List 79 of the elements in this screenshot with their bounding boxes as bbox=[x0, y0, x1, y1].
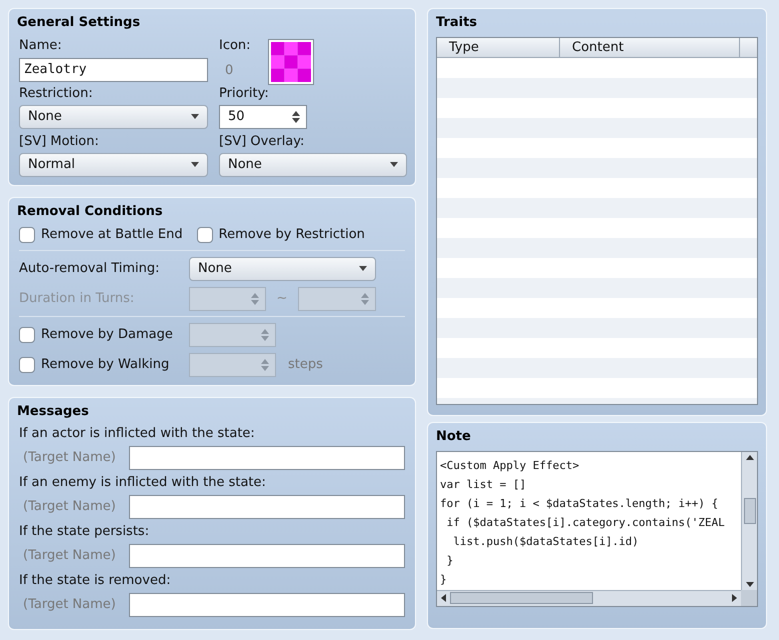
checkbox[interactable] bbox=[19, 226, 35, 243]
table-row[interactable] bbox=[437, 278, 757, 298]
table-row[interactable] bbox=[437, 158, 757, 178]
panel-title: General Settings bbox=[17, 14, 142, 32]
scrollbar-corner bbox=[741, 590, 757, 606]
checkbox[interactable] bbox=[196, 226, 213, 243]
target-name-prefix: (Target Name) bbox=[22, 449, 117, 468]
field-label: Priority: bbox=[219, 84, 270, 102]
table-row[interactable] bbox=[437, 318, 757, 338]
spin-field[interactable] bbox=[298, 286, 376, 310]
horizontal-scrollbar[interactable] bbox=[437, 590, 741, 606]
scrollbar-thumb[interactable] bbox=[744, 498, 756, 524]
spin-arrows-icon bbox=[251, 292, 259, 306]
checkbox-label: Remove by Walking bbox=[41, 356, 170, 374]
panel-title: Note bbox=[436, 428, 472, 446]
target-name-prefix: (Target Name) bbox=[22, 498, 117, 516]
spin-arrows-icon bbox=[261, 328, 269, 342]
target-name-prefix: (Target Name) bbox=[22, 596, 117, 614]
checkbox-label: Remove at Battle End bbox=[41, 226, 183, 244]
checkbox-label: Remove by Damage bbox=[41, 326, 173, 344]
field-label: [SV] Motion: bbox=[19, 132, 100, 150]
panel-title: Removal Conditions bbox=[17, 202, 164, 220]
table-row[interactable] bbox=[437, 118, 757, 138]
dropdown[interactable]: Normal bbox=[19, 152, 208, 176]
vertical-scrollbar[interactable] bbox=[741, 452, 757, 590]
name-field[interactable]: Zealotry bbox=[19, 58, 208, 82]
field-label: Restriction: bbox=[19, 84, 94, 102]
caret-icon bbox=[191, 162, 199, 167]
state-icon[interactable] bbox=[268, 40, 313, 84]
scroll-up-icon bbox=[746, 454, 754, 460]
field-label: If the state is removed: bbox=[19, 572, 172, 590]
scrollbar-thumb[interactable] bbox=[450, 592, 593, 604]
field-label: If an actor is inflicted with the state: bbox=[19, 425, 256, 443]
code-line: if ($dataStates[i].category.contains('ZEAL bbox=[446, 514, 726, 530]
code-line: list.push($dataStates[i].id) bbox=[452, 534, 640, 550]
field-label: If the state persists: bbox=[19, 523, 150, 541]
code-line: for (i = 1; i < $dataStates.length; i++) { bbox=[440, 496, 720, 512]
dropdown[interactable]: None bbox=[219, 152, 407, 176]
code-line: } bbox=[440, 572, 448, 588]
message-field[interactable] bbox=[129, 446, 405, 470]
spin-arrows-icon bbox=[361, 292, 369, 306]
target-name-prefix: (Target Name) bbox=[22, 547, 117, 566]
spin-arrows-icon bbox=[292, 110, 300, 124]
dropdown[interactable]: None bbox=[19, 104, 208, 128]
field-label: Name: bbox=[19, 36, 63, 54]
scroll-down-icon bbox=[746, 582, 754, 586]
field-label: Auto-removal Timing: bbox=[19, 260, 160, 278]
table-row[interactable] bbox=[437, 198, 757, 218]
scroll-right-icon bbox=[732, 594, 737, 602]
panel-title: Traits bbox=[436, 14, 478, 32]
field-label: [SV] Overlay: bbox=[219, 132, 306, 150]
message-field[interactable] bbox=[129, 495, 405, 519]
scroll-left-icon bbox=[441, 594, 446, 602]
table-row[interactable] bbox=[437, 238, 757, 258]
spin-arrows-icon bbox=[261, 358, 269, 372]
table-row[interactable] bbox=[437, 358, 757, 378]
unit-label: steps bbox=[288, 356, 323, 374]
column-header[interactable]: Content bbox=[560, 38, 740, 56]
field-label: If an enemy is inflicted with the state: bbox=[19, 474, 267, 492]
icon-index: 0 bbox=[225, 62, 234, 80]
message-field[interactable] bbox=[129, 544, 405, 568]
caret-icon bbox=[390, 162, 398, 167]
message-field[interactable] bbox=[129, 593, 405, 617]
table-row[interactable] bbox=[437, 78, 757, 98]
code-line: var list = [] bbox=[440, 476, 528, 492]
note-editor[interactable]: <Custom Apply Effect> var list = [] for (i = 1; i < $dataStates.length; i++) { if ($dataStates[i].category.contains('ZEAL list.push($dataStates[i].id) } } bbox=[436, 450, 758, 606]
caret-icon bbox=[191, 114, 199, 119]
range-separator: ~ bbox=[276, 290, 288, 308]
code-line: <Custom Apply Effect> bbox=[440, 458, 580, 474]
panel-title: Messages bbox=[17, 402, 90, 420]
dropdown[interactable]: None bbox=[189, 256, 376, 280]
checkbox-label: Remove by Restriction bbox=[218, 226, 365, 244]
spin-field[interactable]: 50 bbox=[219, 104, 307, 128]
field-label: Duration in Turns: bbox=[19, 290, 136, 308]
caret-icon bbox=[359, 266, 367, 271]
spin-field[interactable] bbox=[189, 286, 266, 310]
code-line: } bbox=[446, 552, 454, 568]
field-label: Icon: bbox=[219, 36, 251, 54]
column-header[interactable]: Type bbox=[437, 38, 560, 56]
